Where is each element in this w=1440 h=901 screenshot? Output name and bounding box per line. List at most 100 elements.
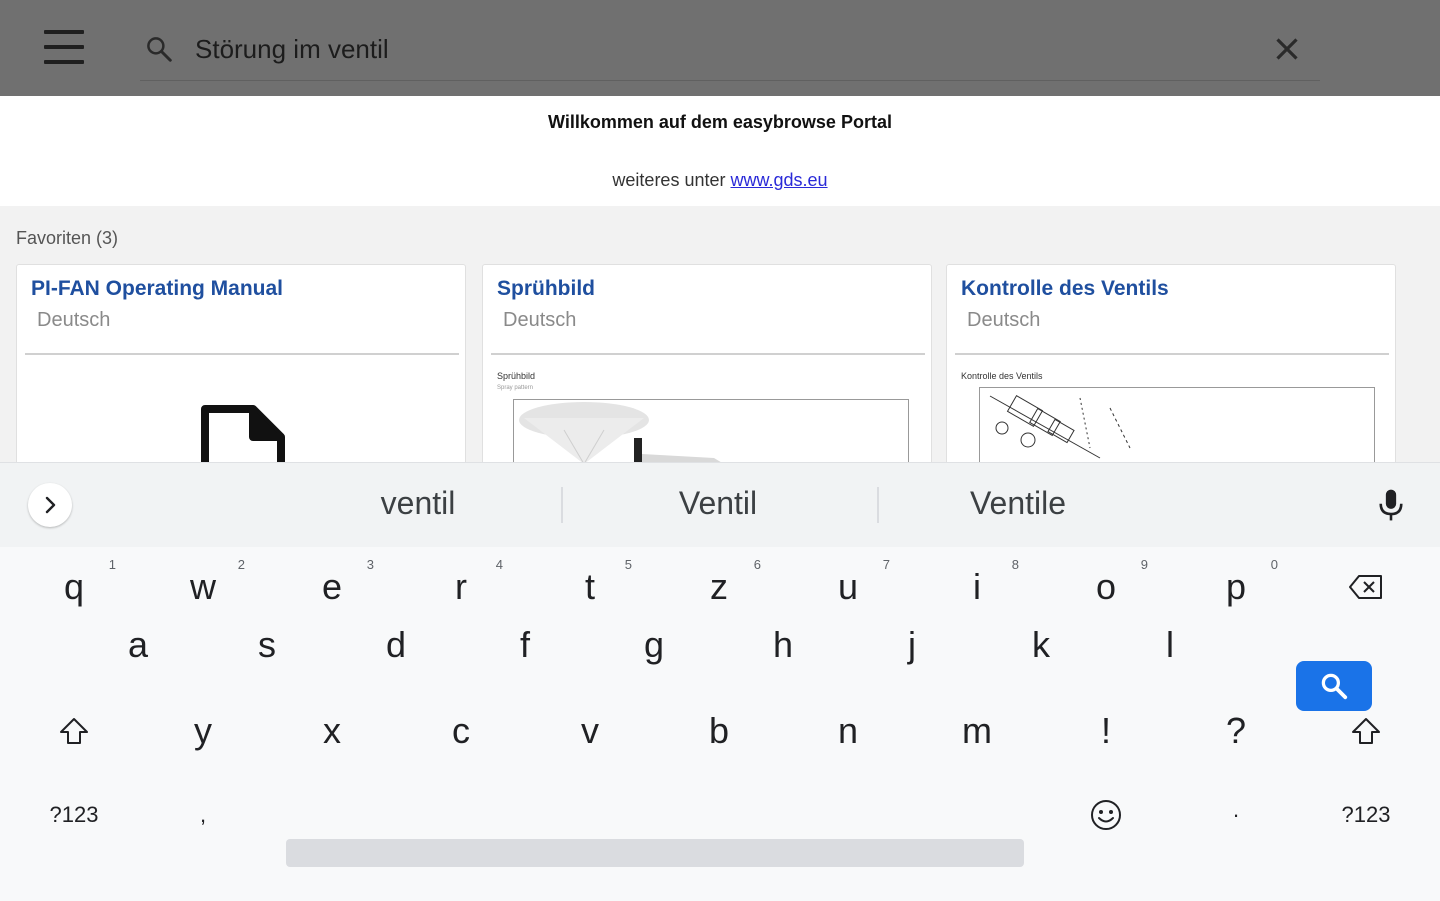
key-b[interactable]: b — [659, 691, 779, 771]
search-underline — [140, 80, 1320, 81]
card-divider — [491, 353, 925, 355]
close-icon[interactable] — [1268, 30, 1306, 68]
key-label: a — [127, 624, 149, 665]
expand-toolbar-button[interactable] — [28, 483, 72, 527]
key-c[interactable]: c — [401, 691, 521, 771]
emoji-key[interactable] — [1046, 775, 1166, 855]
favorites-section: Favoriten (3) PI-FAN Operating Manual De… — [0, 206, 1440, 466]
valve-drawing-image — [989, 395, 1131, 459]
key-hint: 6 — [753, 557, 761, 572]
welcome-subtitle: weiteres unter www.gds.eu — [0, 170, 1440, 191]
key-label: q — [63, 566, 85, 607]
spacebar[interactable] — [286, 839, 1024, 867]
key-area: q1 w2 e3 r4 t5 z6 u7 i8 o9 p0 a s d f g … — [0, 547, 1440, 901]
key-k[interactable]: k — [981, 605, 1101, 685]
key-label: m — [962, 710, 992, 751]
welcome-sub-prefix: weiteres unter — [612, 170, 726, 190]
key-exclamation[interactable]: ! — [1046, 691, 1166, 771]
key-l[interactable]: l — [1110, 605, 1230, 685]
key-label: d — [385, 624, 407, 665]
key-f[interactable]: f — [465, 605, 585, 685]
key-hint: 1 — [108, 557, 116, 572]
card-thumbnail: Kontrolle des Ventils — [955, 365, 1389, 466]
onscreen-keyboard: ventil Ventil Ventile q1 w2 e3 r4 t5 z6 … — [0, 462, 1440, 901]
favorite-card[interactable]: Sprühbild Deutsch Sprühbild Spray patter… — [482, 264, 932, 466]
key-label: x — [323, 710, 341, 751]
welcome-title: Willkommen auf dem easybrowse Portal — [548, 112, 892, 132]
favorite-card[interactable]: PI-FAN Operating Manual Deutsch — [16, 264, 466, 466]
thumbnail-caption: Sprühbild — [497, 371, 536, 381]
key-n[interactable]: n — [788, 691, 908, 771]
thumbnail-frame — [513, 399, 909, 466]
key-label: u — [837, 566, 859, 607]
top-app-bar — [0, 0, 1440, 96]
shift-key-right[interactable] — [1306, 691, 1426, 771]
key-label: ? — [1225, 710, 1247, 751]
suggestion-1[interactable]: ventil — [298, 485, 538, 522]
period-key[interactable]: · — [1176, 775, 1296, 855]
comma-key[interactable]: , — [143, 775, 263, 855]
key-g[interactable]: g — [594, 605, 714, 685]
shift-icon — [60, 718, 88, 744]
key-label: b — [708, 710, 730, 751]
favorite-card[interactable]: Kontrolle des Ventils Deutsch Kontrolle … — [946, 264, 1396, 466]
key-h[interactable]: h — [723, 605, 843, 685]
key-label: v — [581, 710, 599, 751]
favorites-label: Favoriten (3) — [16, 228, 119, 248]
card-thumbnail: Sprühbild Spray pattern — [491, 365, 925, 466]
emoji-icon — [1091, 800, 1121, 830]
welcome-banner: Willkommen auf dem easybrowse Portal wei… — [0, 96, 1440, 206]
key-label: y — [194, 710, 212, 751]
card-divider — [955, 353, 1389, 355]
key-hint: 8 — [1011, 557, 1019, 572]
suggestion-3[interactable]: Ventile — [898, 485, 1138, 522]
key-label: h — [772, 624, 794, 665]
symbols-key-left[interactable]: ?123 — [14, 775, 134, 855]
backspace-icon — [1349, 575, 1382, 599]
symbols-key-right[interactable]: ?123 — [1306, 775, 1426, 855]
key-question[interactable]: ? — [1176, 691, 1296, 771]
key-label: l — [1166, 624, 1174, 665]
key-m[interactable]: m — [917, 691, 1037, 771]
key-label: r — [455, 566, 467, 607]
key-label: w — [190, 566, 216, 607]
search-input[interactable] — [195, 28, 1255, 70]
suggestion-divider — [561, 487, 563, 523]
card-divider — [25, 353, 459, 355]
key-hint: 7 — [882, 557, 890, 572]
key-label: z — [710, 566, 728, 607]
key-j[interactable]: j — [852, 605, 972, 685]
card-language: Deutsch — [503, 309, 577, 331]
key-label: o — [1095, 566, 1117, 607]
suggestion-divider — [877, 487, 879, 523]
hamburger-menu-icon[interactable] — [40, 28, 88, 68]
key-a[interactable]: a — [78, 605, 198, 685]
document-icon — [201, 405, 285, 466]
backspace-key[interactable] — [1306, 547, 1426, 627]
thumbnail-caption: Kontrolle des Ventils — [961, 371, 1043, 381]
key-hint: 3 — [366, 557, 374, 572]
key-d[interactable]: d — [336, 605, 456, 685]
website-link[interactable]: www.gds.eu — [731, 170, 828, 190]
key-label: f — [519, 624, 530, 665]
key-label: t — [584, 566, 595, 607]
key-hint: 5 — [624, 557, 632, 572]
key-label: g — [643, 624, 665, 665]
key-s[interactable]: s — [207, 605, 327, 685]
card-title: PI-FAN Operating Manual — [31, 277, 284, 300]
search-icon — [147, 37, 172, 62]
card-language: Deutsch — [967, 309, 1041, 331]
key-y[interactable]: y — [143, 691, 263, 771]
microphone-icon[interactable] — [1374, 487, 1408, 523]
key-label: n — [837, 710, 859, 751]
key-hint: 4 — [495, 557, 503, 572]
chevron-right-icon — [45, 496, 56, 514]
key-v[interactable]: v — [530, 691, 650, 771]
key-label: c — [452, 710, 470, 751]
suggestion-2[interactable]: Ventil — [598, 485, 838, 522]
shift-key-left[interactable] — [14, 691, 134, 771]
shift-icon — [1352, 718, 1380, 744]
key-label: p — [1225, 566, 1247, 607]
key-x[interactable]: x — [272, 691, 392, 771]
key-label: i — [973, 566, 981, 607]
